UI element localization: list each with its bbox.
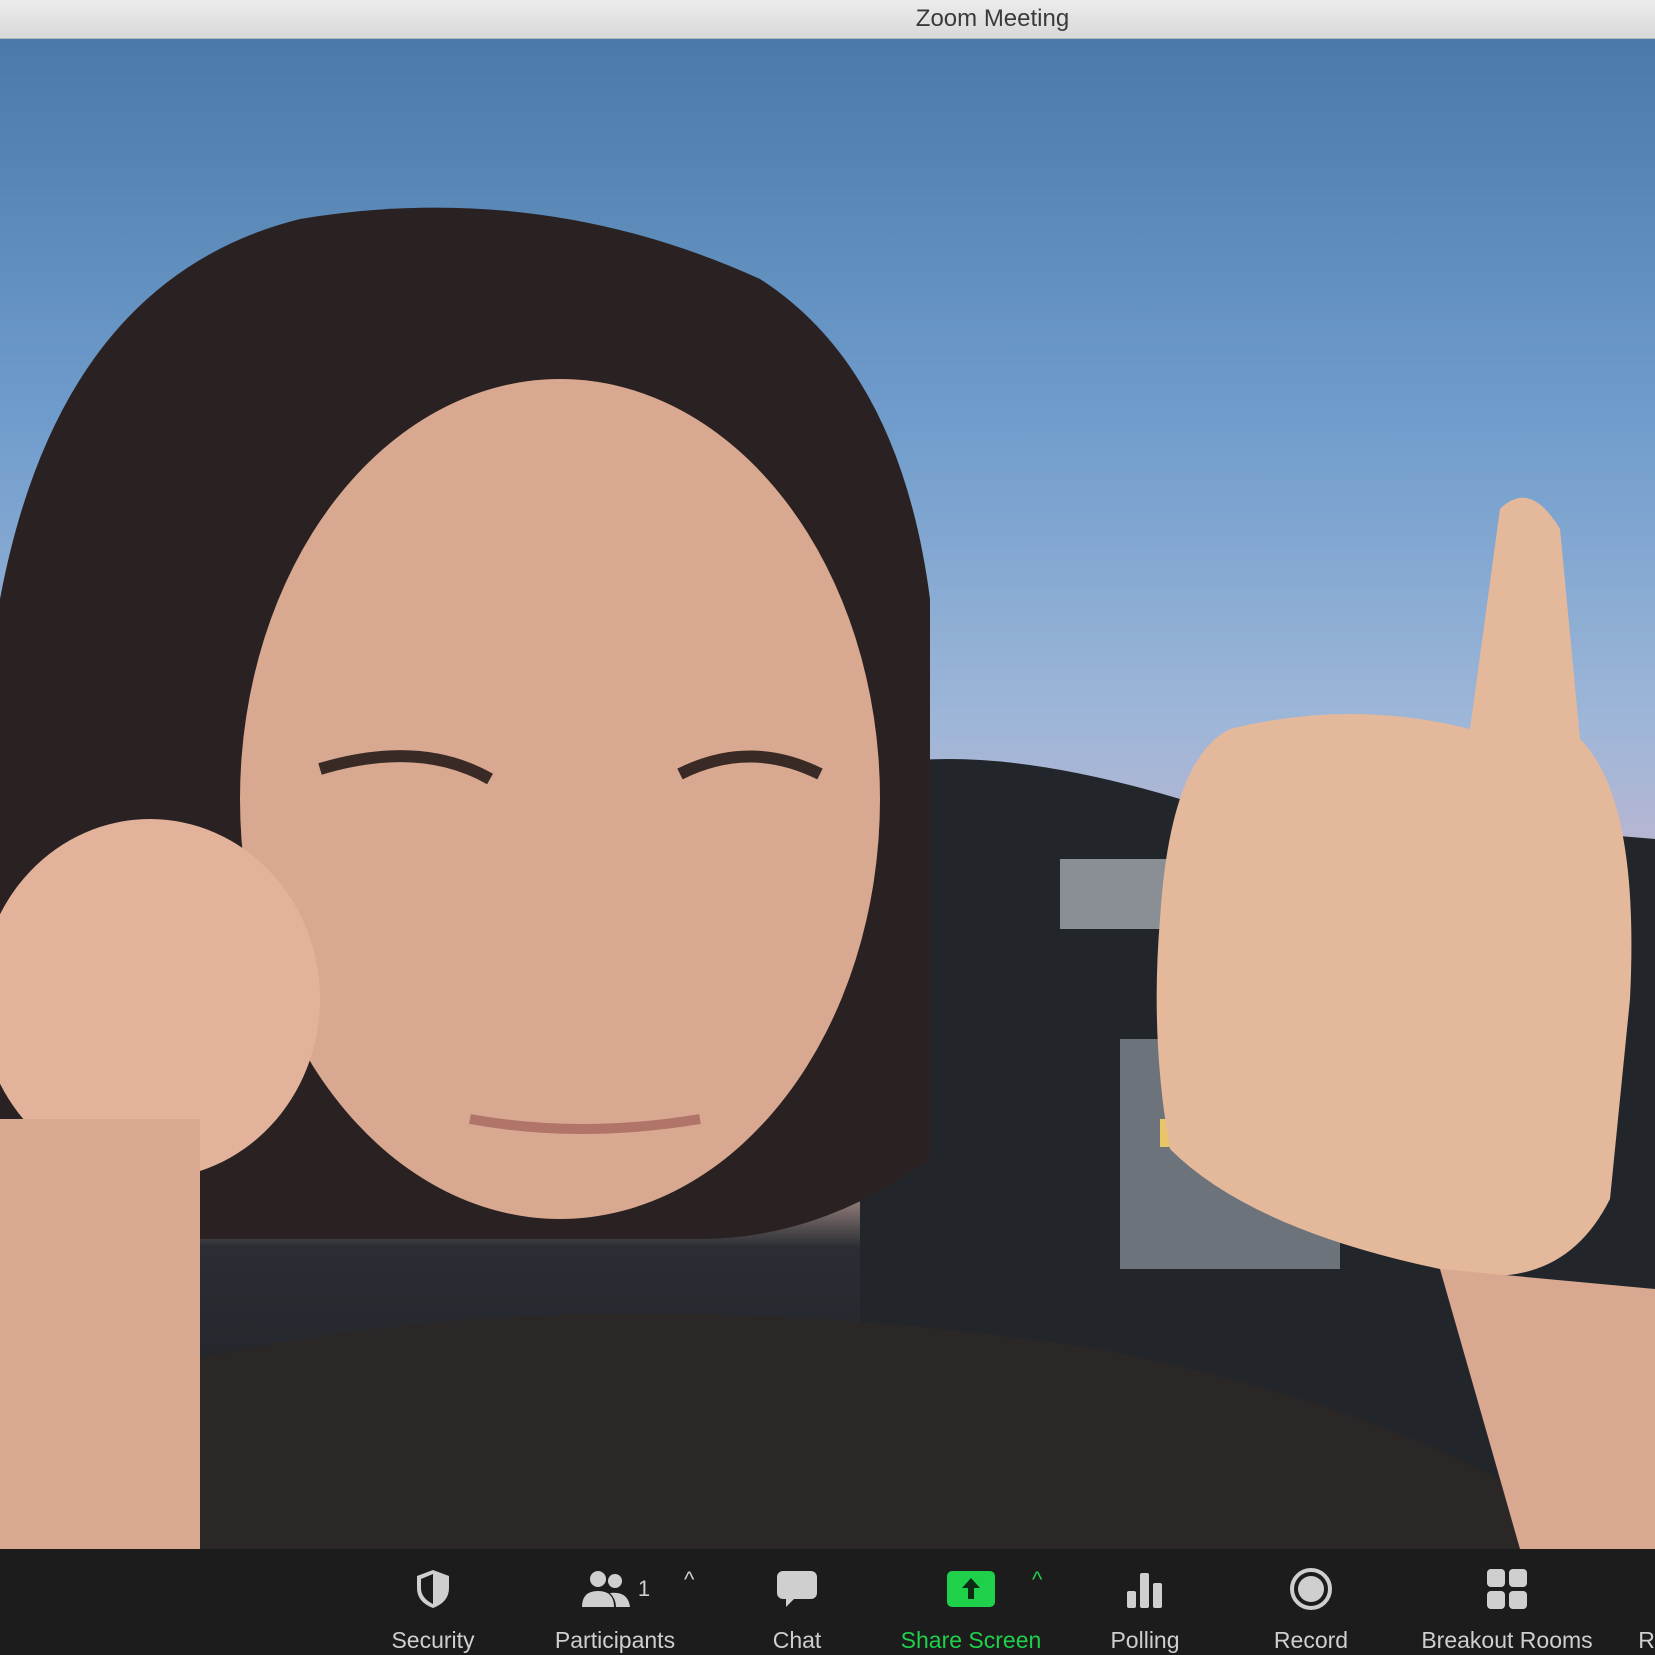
left-arm	[0, 1119, 200, 1549]
record-icon	[1289, 1563, 1333, 1615]
grid-icon	[1486, 1563, 1528, 1615]
share-screen-button[interactable]: Share Screen	[893, 1549, 1049, 1655]
security-button[interactable]: Security	[383, 1549, 483, 1655]
meeting-toolbar: Security 1 Participants ^ Chat Share Scr…	[0, 1549, 1655, 1655]
participants-menu-caret-icon[interactable]: ^	[684, 1567, 694, 1593]
chat-bubble-icon	[776, 1563, 818, 1615]
overflow-toolbar-label: R	[1638, 1627, 1655, 1653]
video-feed	[0, 39, 1655, 1549]
record-button[interactable]: Record	[1262, 1549, 1360, 1655]
breakout-rooms-button[interactable]: Breakout Rooms	[1412, 1549, 1602, 1655]
bar-chart-icon	[1125, 1563, 1165, 1615]
thumbs-up-hand	[1156, 497, 1632, 1276]
participants-button[interactable]: 1 Participants	[545, 1549, 685, 1655]
video-frame	[0, 207, 1655, 1549]
record-label: Record	[1273, 1627, 1349, 1653]
window-title: Zoom Meeting	[915, 5, 1070, 32]
share-screen-icon	[946, 1563, 996, 1615]
participants-icon: 1	[580, 1563, 650, 1615]
window-titlebar: Zoom Meeting	[0, 0, 1655, 39]
building	[1060, 859, 1170, 929]
chat-button[interactable]: Chat	[757, 1549, 837, 1655]
shield-icon	[413, 1563, 453, 1615]
security-label: Security	[391, 1627, 475, 1653]
share-menu-caret-icon[interactable]: ^	[1032, 1567, 1042, 1593]
face	[240, 379, 880, 1219]
overflow-toolbar-item[interactable]: R	[1638, 1549, 1655, 1655]
participants-label: Participants	[554, 1627, 676, 1653]
breakout-rooms-label: Breakout Rooms	[1421, 1627, 1593, 1653]
polling-label: Polling	[1110, 1627, 1180, 1653]
chat-label: Chat	[772, 1627, 822, 1653]
share-screen-label: Share Screen	[900, 1627, 1042, 1653]
participant-count: 1	[637, 1576, 651, 1601]
polling-button[interactable]: Polling	[1100, 1549, 1190, 1655]
